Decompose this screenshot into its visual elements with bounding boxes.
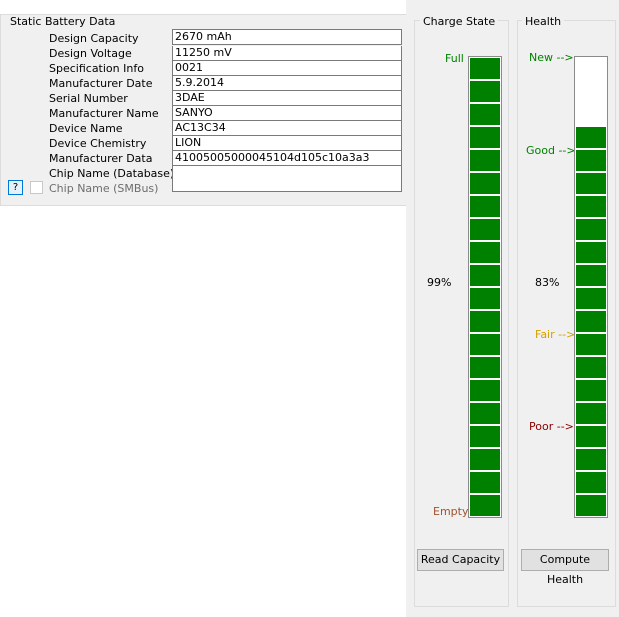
health-segment <box>576 242 606 263</box>
field-value: 0021 <box>172 61 402 76</box>
charge-segment <box>470 173 500 194</box>
smbus-checkbox[interactable] <box>30 181 43 194</box>
charge-segment <box>470 380 500 401</box>
help-button[interactable]: ? <box>8 180 23 195</box>
charge-level-bar <box>468 56 502 518</box>
health-segment <box>576 311 606 332</box>
charge-segment <box>470 219 500 240</box>
health-segment <box>576 380 606 401</box>
health-segment <box>576 334 606 355</box>
charge-segment <box>470 403 500 424</box>
field-label: Serial Number <box>49 92 128 105</box>
read-capacity-button[interactable]: Read Capacity <box>417 549 504 571</box>
field-label: Design Capacity <box>49 32 139 45</box>
health-segment <box>576 357 606 378</box>
field-value: 5.9.2014 <box>172 76 402 91</box>
health-segment <box>576 495 606 516</box>
field-label: Chip Name (Database) <box>49 167 175 180</box>
charge-segment <box>470 196 500 217</box>
health-segment <box>576 403 606 424</box>
field-value: 41005005000045104d105c10a3a3 <box>172 151 402 166</box>
field-value: SANYO <box>172 106 402 121</box>
field-label: Device Name <box>49 122 123 135</box>
health-segment <box>576 173 606 194</box>
field-label: Manufacturer Name <box>49 107 159 120</box>
charge-segment <box>470 449 500 470</box>
charge-segment <box>470 81 500 102</box>
field-label: Manufacturer Data <box>49 152 153 165</box>
smbus-value <box>172 179 402 192</box>
health-segment <box>576 426 606 447</box>
charge-segment <box>470 426 500 447</box>
health-segment <box>576 472 606 493</box>
charge-percent-label: 99% <box>427 276 452 289</box>
health-segment <box>576 219 606 240</box>
health-segment <box>576 150 606 171</box>
charge-segment <box>470 334 500 355</box>
health-good-label: Good --> <box>526 144 576 157</box>
charge-segment <box>470 311 500 332</box>
health-segment <box>576 265 606 286</box>
charge-segment <box>470 150 500 171</box>
smbus-label: Chip Name (SMBus) <box>49 182 159 195</box>
compute-health-button[interactable]: Compute Health <box>521 549 609 586</box>
field-value: 11250 mV <box>172 46 402 61</box>
health-title: Health <box>522 15 565 28</box>
health-percent-label: 83% <box>535 276 560 289</box>
static-battery-data-title: Static Battery Data <box>7 15 119 28</box>
charge-segment <box>470 242 500 263</box>
health-poor-label: Poor --> <box>529 420 574 433</box>
field-value: 2670 mAh <box>172 29 402 45</box>
charge-segment <box>470 357 500 378</box>
field-value: 3DAE <box>172 91 402 106</box>
charge-segment <box>470 127 500 148</box>
field-label: Specification Info <box>49 62 144 75</box>
charge-segment <box>470 58 500 79</box>
field-label: Device Chemistry <box>49 137 147 150</box>
field-label: Design Voltage <box>49 47 132 60</box>
field-label: Manufacturer Date <box>49 77 153 90</box>
charge-state-title: Charge State <box>420 15 499 28</box>
health-new-label: New --> <box>529 51 574 64</box>
charge-segment <box>470 265 500 286</box>
health-segment <box>576 288 606 309</box>
health-fair-label: Fair --> <box>535 328 576 341</box>
charge-full-label: Full <box>445 52 464 65</box>
charge-segment <box>470 104 500 125</box>
health-segment <box>576 196 606 217</box>
health-level-bar <box>574 56 608 518</box>
charge-segment <box>470 472 500 493</box>
health-segment <box>576 449 606 470</box>
charge-segment <box>470 495 500 516</box>
field-value: AC13C34 <box>172 121 402 136</box>
health-segment <box>576 127 606 148</box>
charge-segment <box>470 288 500 309</box>
charge-empty-label: Empty <box>433 505 469 518</box>
field-value: LION <box>172 136 402 151</box>
